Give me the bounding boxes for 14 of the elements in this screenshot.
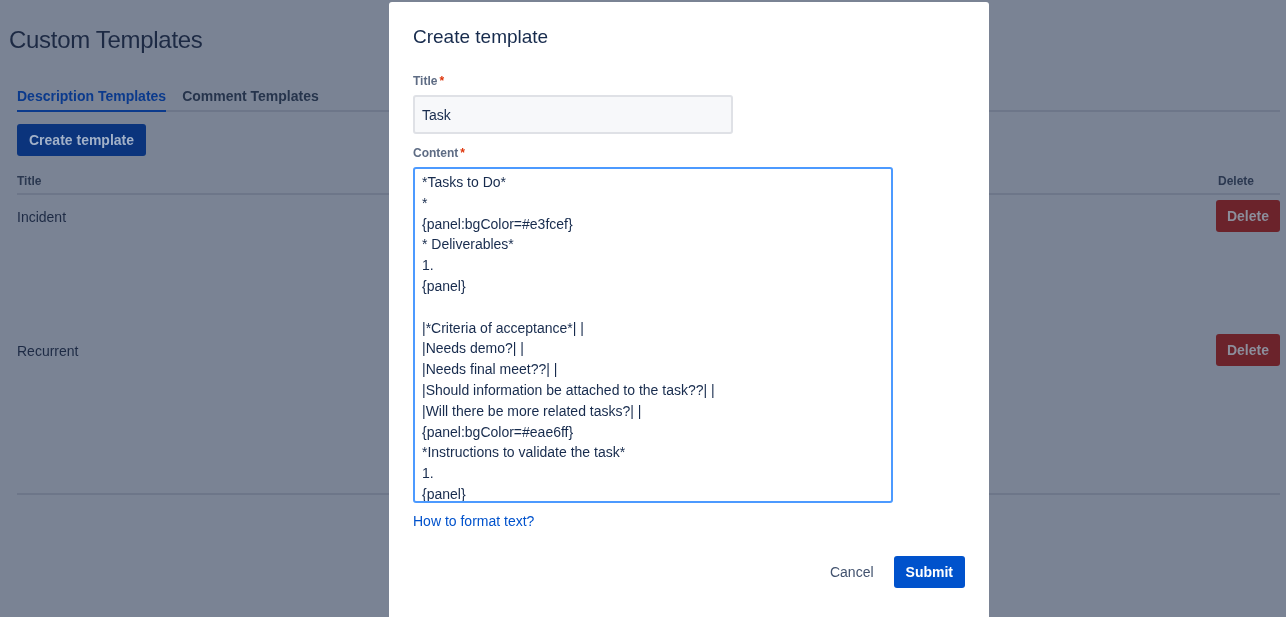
cancel-button[interactable]: Cancel xyxy=(817,556,886,588)
create-template-button[interactable]: Create template xyxy=(17,124,147,156)
column-header: Title xyxy=(17,174,42,188)
submit-button[interactable]: Submit xyxy=(893,556,965,588)
title-field[interactable]: Task xyxy=(413,95,733,134)
column-header: Delete xyxy=(1217,174,1254,188)
content-field[interactable]: *Tasks to Do* * {panel:bgColor=#e3fcef} * Deliverables* 1. {panel} |*Criteria of acceptance*| | |Needs demo?| | |Needs final meet??| | |Should information be attached to the task??| | |Will there be more related tasks?| | {panel:bgColor=#eae6ff} *Instructions to validate the task* 1. {panel} xyxy=(413,167,893,503)
table-cell-text: Recurrent xyxy=(17,342,79,359)
dialog-title: Create template xyxy=(413,26,550,48)
field-label: Content * xyxy=(413,146,465,160)
help-link[interactable]: How to format text? xyxy=(413,513,535,529)
table-cell-text: Incident xyxy=(17,208,67,225)
page-title: Custom Templates xyxy=(9,25,203,54)
field-label: Title * xyxy=(413,74,445,88)
